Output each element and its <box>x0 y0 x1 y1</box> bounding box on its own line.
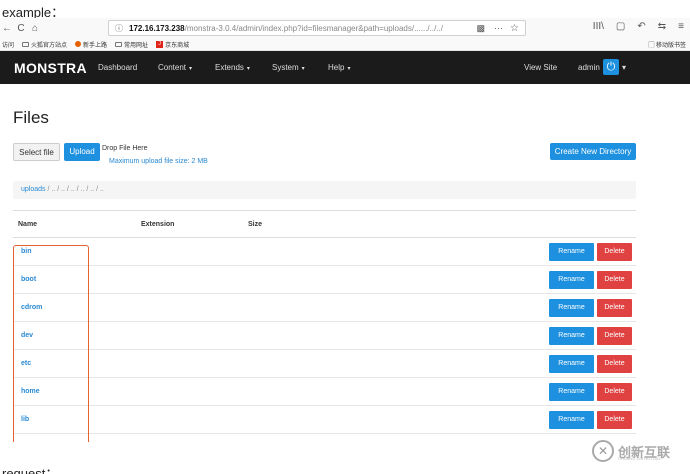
files-table: Name Extension Size bin Rename Delete boot R… <box>13 210 636 434</box>
watermark-logo: ✕ 创新互联 CHUANG XIN HU LIAN <box>592 440 670 462</box>
bookmarks-bar: 访问 火狐官方站点 新手上路 常用网址 J 京东商城 ▢ 移动版书签 <box>0 38 690 51</box>
column-extension: Extension <box>141 221 175 228</box>
create-directory-button[interactable]: Create New Directory <box>550 143 636 160</box>
caret-down-icon: ▾ <box>246 66 250 72</box>
folder-icon <box>22 41 30 47</box>
more-icon[interactable]: ··· <box>494 23 503 33</box>
rename-button[interactable]: Rename <box>549 327 594 345</box>
mobile-bookmarks[interactable]: ▢ 移动版书签 <box>648 40 686 49</box>
folder-icon <box>115 41 123 47</box>
bookmark-star-icon[interactable]: ☆ <box>510 23 519 34</box>
column-size: Size <box>248 221 263 228</box>
browser-tools: III\ ▢ ↶ ⇆ ≡ <box>593 21 684 32</box>
breadcrumb-root[interactable]: uploads <box>21 186 46 193</box>
caret-down-icon: ▾ <box>189 66 193 72</box>
breadcrumb-path[interactable]: / .. / .. / .. / .. / .. / .. <box>46 186 103 193</box>
url-host: 172.16.173.238 <box>129 23 185 33</box>
select-file-button[interactable]: Select file <box>13 143 60 161</box>
table-header: Name Extension Size <box>13 210 636 238</box>
upload-button[interactable]: Upload <box>64 143 100 161</box>
drop-zone-label[interactable]: Drop File Here <box>102 145 148 152</box>
delete-button[interactable]: Delete <box>597 243 632 261</box>
library-icon[interactable]: III\ <box>593 21 604 32</box>
bookmark-item[interactable]: 访问 <box>2 40 14 49</box>
power-icon[interactable]: ⏻ <box>603 59 619 75</box>
delete-button[interactable]: Delete <box>597 411 632 429</box>
sync-icon[interactable]: ⇆ <box>658 21 666 32</box>
nav-extends[interactable]: Extends ▾ <box>215 63 250 72</box>
table-row: bin Rename Delete <box>13 238 636 266</box>
max-upload-size-text: Maximum upload file size: 2 MB <box>109 158 208 165</box>
table-row: etc Rename Delete <box>13 350 636 378</box>
rename-button[interactable]: Rename <box>549 243 594 261</box>
page-title: Files <box>13 108 49 127</box>
table-row: home Rename Delete <box>13 378 636 406</box>
browser-toolbar: ← C ⌂ ⓘ 172.16.173.238 /monstra-3.0.4/ad… <box>0 18 690 38</box>
rename-button[interactable]: Rename <box>549 355 594 373</box>
admin-user-label[interactable]: admin <box>578 63 600 72</box>
table-row: dev Rename Delete <box>13 322 636 350</box>
info-icon[interactable]: ⓘ <box>115 23 123 34</box>
delete-button[interactable]: Delete <box>597 327 632 345</box>
view-site-link[interactable]: View Site <box>524 63 557 72</box>
rename-button[interactable]: Rename <box>549 383 594 401</box>
app-navbar: MONSTRA Dashboard Content ▾ Extends ▾ Syst… <box>0 51 690 84</box>
qr-code-icon[interactable]: ▩ <box>476 23 485 34</box>
bookmark-item[interactable]: J 京东商城 <box>156 40 189 49</box>
delete-button[interactable]: Delete <box>597 299 632 317</box>
undo-icon[interactable]: ↶ <box>637 21 645 32</box>
reload-icon[interactable]: C <box>14 23 28 34</box>
nav-system[interactable]: System ▾ <box>272 63 305 72</box>
table-row: cdrom Rename Delete <box>13 294 636 322</box>
nav-content[interactable]: Content ▾ <box>158 63 192 72</box>
sidebar-icon[interactable]: ▢ <box>616 21 625 32</box>
breadcrumb: uploads / .. / .. / .. / .. / .. / .. <box>13 181 636 199</box>
screenshot: ← C ⌂ ⓘ 172.16.173.238 /monstra-3.0.4/ad… <box>0 18 690 442</box>
caret-down-icon: ▾ <box>301 66 305 72</box>
caret-down-icon: ▾ <box>347 66 351 72</box>
back-icon[interactable]: ← <box>0 23 14 34</box>
highlight-box <box>13 245 89 442</box>
jd-icon: J <box>156 40 164 48</box>
rename-button[interactable]: Rename <box>549 411 594 429</box>
caret-down-icon[interactable]: ▾ <box>622 63 626 72</box>
delete-button[interactable]: Delete <box>597 271 632 289</box>
brand-logo[interactable]: MONSTRA <box>14 60 87 76</box>
address-bar[interactable]: ⓘ 172.16.173.238 /monstra-3.0.4/admin/in… <box>108 20 526 36</box>
rename-button[interactable]: Rename <box>549 299 594 317</box>
rename-button[interactable]: Rename <box>549 271 594 289</box>
column-name: Name <box>18 221 38 228</box>
url-path: /monstra-3.0.4/admin/index.php?id=filesm… <box>184 23 443 33</box>
delete-button[interactable]: Delete <box>597 383 632 401</box>
table-row: lib Rename Delete <box>13 406 636 434</box>
nav-dashboard[interactable]: Dashboard <box>98 63 137 72</box>
firefox-icon <box>75 41 82 47</box>
delete-button[interactable]: Delete <box>597 355 632 373</box>
bookmark-item[interactable]: 新手上路 <box>75 40 107 49</box>
menu-icon[interactable]: ≡ <box>678 21 684 32</box>
nav-help[interactable]: Help ▾ <box>328 63 350 72</box>
watermark-subtext: CHUANG XIN HU LIAN <box>618 456 661 461</box>
home-icon[interactable]: ⌂ <box>28 23 42 34</box>
bookmark-item[interactable]: 火狐官方站点 <box>22 40 67 49</box>
table-row: boot Rename Delete <box>13 266 636 294</box>
bookmark-item[interactable]: 常用网址 <box>115 40 148 49</box>
bottom-caption: request： <box>2 466 59 474</box>
logo-mark-icon: ✕ <box>592 440 614 462</box>
